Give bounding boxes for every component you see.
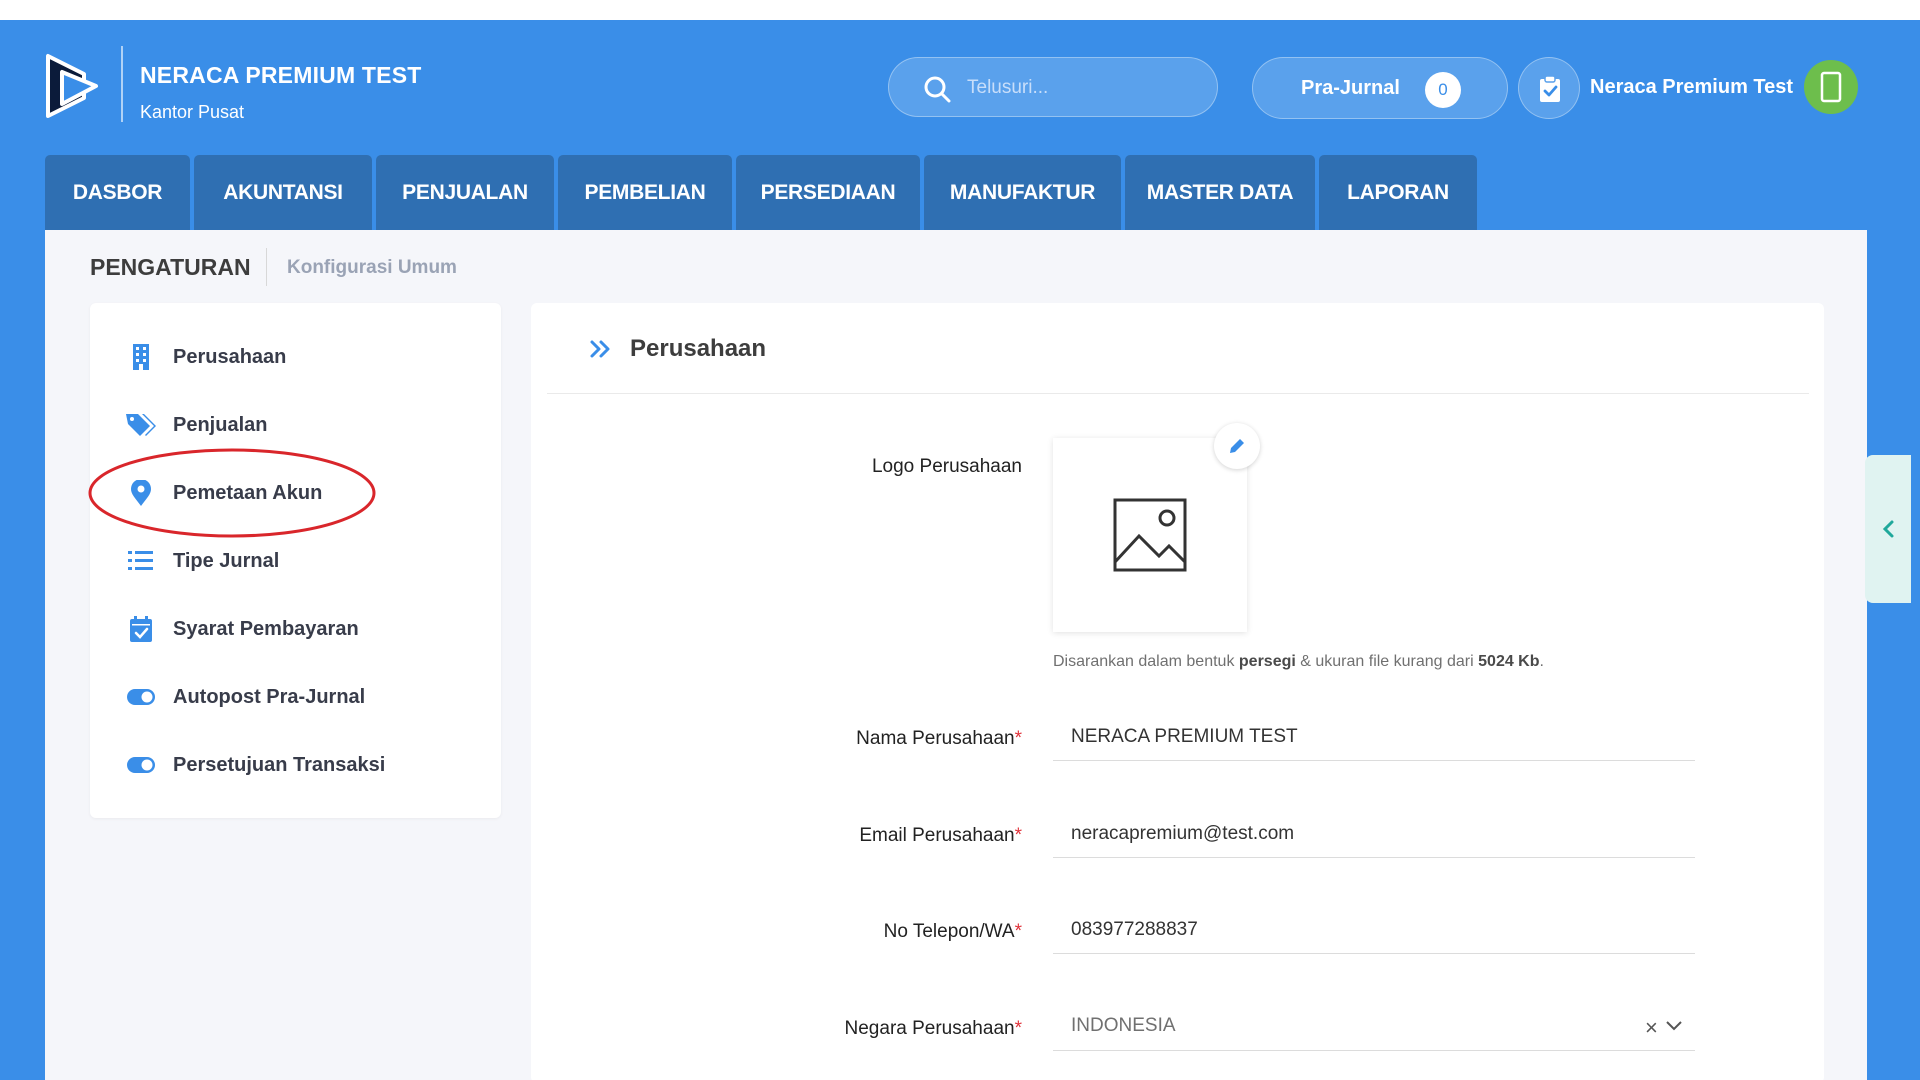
sidebar-item-label: Penjualan [173,414,268,436]
avatar[interactable] [1804,60,1858,114]
section-title: Perusahaan [630,335,767,362]
pra-jurnal-count-badge: 0 [1425,72,1461,108]
chevron-down-icon[interactable] [1665,1019,1683,1031]
tags-icon [126,414,156,436]
nav-tab-master-data[interactable]: MASTER DATA [1125,155,1315,230]
sidebar-item-autopost-pra-jurnal[interactable]: Autopost Pra-Jurnal [126,676,466,716]
negara-label: Negara Perusahaan* [844,1018,1022,1039]
email-perusahaan-label: Email Perusahaan* [859,825,1022,846]
nav-tab-akuntansi[interactable]: AKUNTANSI [194,155,372,230]
app-logo-icon [46,54,98,118]
page-title: PENGATURAN [90,254,251,280]
pencil-icon [1230,439,1244,453]
negara-selected-value: INDONESIA [1071,1015,1176,1036]
pra-jurnal-label: Pra-Jurnal [1301,77,1400,99]
brand-divider [121,46,123,122]
nav-tab-pembelian[interactable]: PEMBELIAN [558,155,732,230]
toggle-on-icon [127,689,155,705]
pra-jurnal-button[interactable]: Pra-Jurnal 0 [1252,57,1508,119]
list-icon [128,551,153,570]
building-icon [133,344,149,370]
nama-perusahaan-field[interactable] [1053,713,1695,761]
section-divider [547,393,1809,394]
email-perusahaan-field[interactable] [1053,810,1695,858]
nav-tab-manufaktur[interactable]: MANUFAKTUR [924,155,1121,230]
settings-sidebar: Perusahaan Penjualan Pemetaan Akun Tipe … [90,303,501,818]
collapse-panel-tab[interactable] [1865,455,1911,603]
edit-logo-button[interactable] [1214,423,1260,469]
clear-icon[interactable]: × [1645,1015,1658,1041]
sidebar-item-label: Persetujuan Transaksi [173,754,386,776]
double-chevron-right-icon [590,340,610,358]
search-box[interactable] [888,57,1218,117]
sidebar-item-label: Syarat Pembayaran [173,618,359,640]
sidebar-item-label: Tipe Jurnal [173,550,280,572]
sidebar-item-label: Perusahaan [173,346,287,368]
logo-upload[interactable] [1053,438,1247,632]
breadcrumb-divider [266,248,267,286]
nav-tab-laporan[interactable]: LAPORAN [1319,155,1477,230]
negara-select[interactable]: INDONESIA × [1053,1003,1695,1051]
sidebar-item-label: Autopost Pra-Jurnal [173,686,366,708]
company-branch: Kantor Pusat [140,102,245,122]
company-settings-card: Perusahaan Logo Perusahaan Disarankan da… [531,303,1824,1080]
search-icon [924,76,951,103]
image-placeholder-icon [1113,498,1187,572]
main-nav: DASBOR AKUNTANSI PENJUALAN PEMBELIAN PER… [45,155,1477,230]
phone-icon [1820,71,1842,103]
sidebar-item-persetujuan-transaksi[interactable]: Persetujuan Transaksi [126,744,466,784]
nama-perusahaan-label: Nama Perusahaan* [856,728,1022,749]
telepon-label: No Telepon/WA* [883,921,1022,942]
search-input[interactable] [967,72,1197,104]
calendar-check-icon [130,616,152,642]
user-name[interactable]: Neraca Premium Test [1590,76,1793,99]
nav-tab-persediaan[interactable]: PERSEDIAAN [736,155,920,230]
task-button[interactable] [1518,57,1580,119]
breadcrumb[interactable]: Konfigurasi Umum [287,257,457,279]
logo-hint: Disarankan dalam bentuk persegi & ukuran… [1053,653,1544,670]
sidebar-item-tipe-jurnal[interactable]: Tipe Jurnal [126,540,466,580]
sidebar-item-penjualan[interactable]: Penjualan [126,404,466,444]
sidebar-item-perusahaan[interactable]: Perusahaan [126,336,466,376]
annotation-circle [88,448,376,538]
logo-label: Logo Perusahaan [871,456,1022,477]
clipboard-check-icon [1540,75,1560,102]
sidebar-item-syarat-pembayaran[interactable]: Syarat Pembayaran [126,608,466,648]
telepon-field[interactable] [1053,906,1695,954]
company-name: NERACA PREMIUM TEST [140,62,422,88]
nav-tab-penjualan[interactable]: PENJUALAN [376,155,554,230]
chevron-left-icon [1882,520,1894,538]
content-panel: PENGATURAN Konfigurasi Umum Perusahaan P… [45,230,1867,1080]
nav-tab-dasbor[interactable]: DASBOR [45,155,190,230]
toggle-on-icon [127,757,155,773]
